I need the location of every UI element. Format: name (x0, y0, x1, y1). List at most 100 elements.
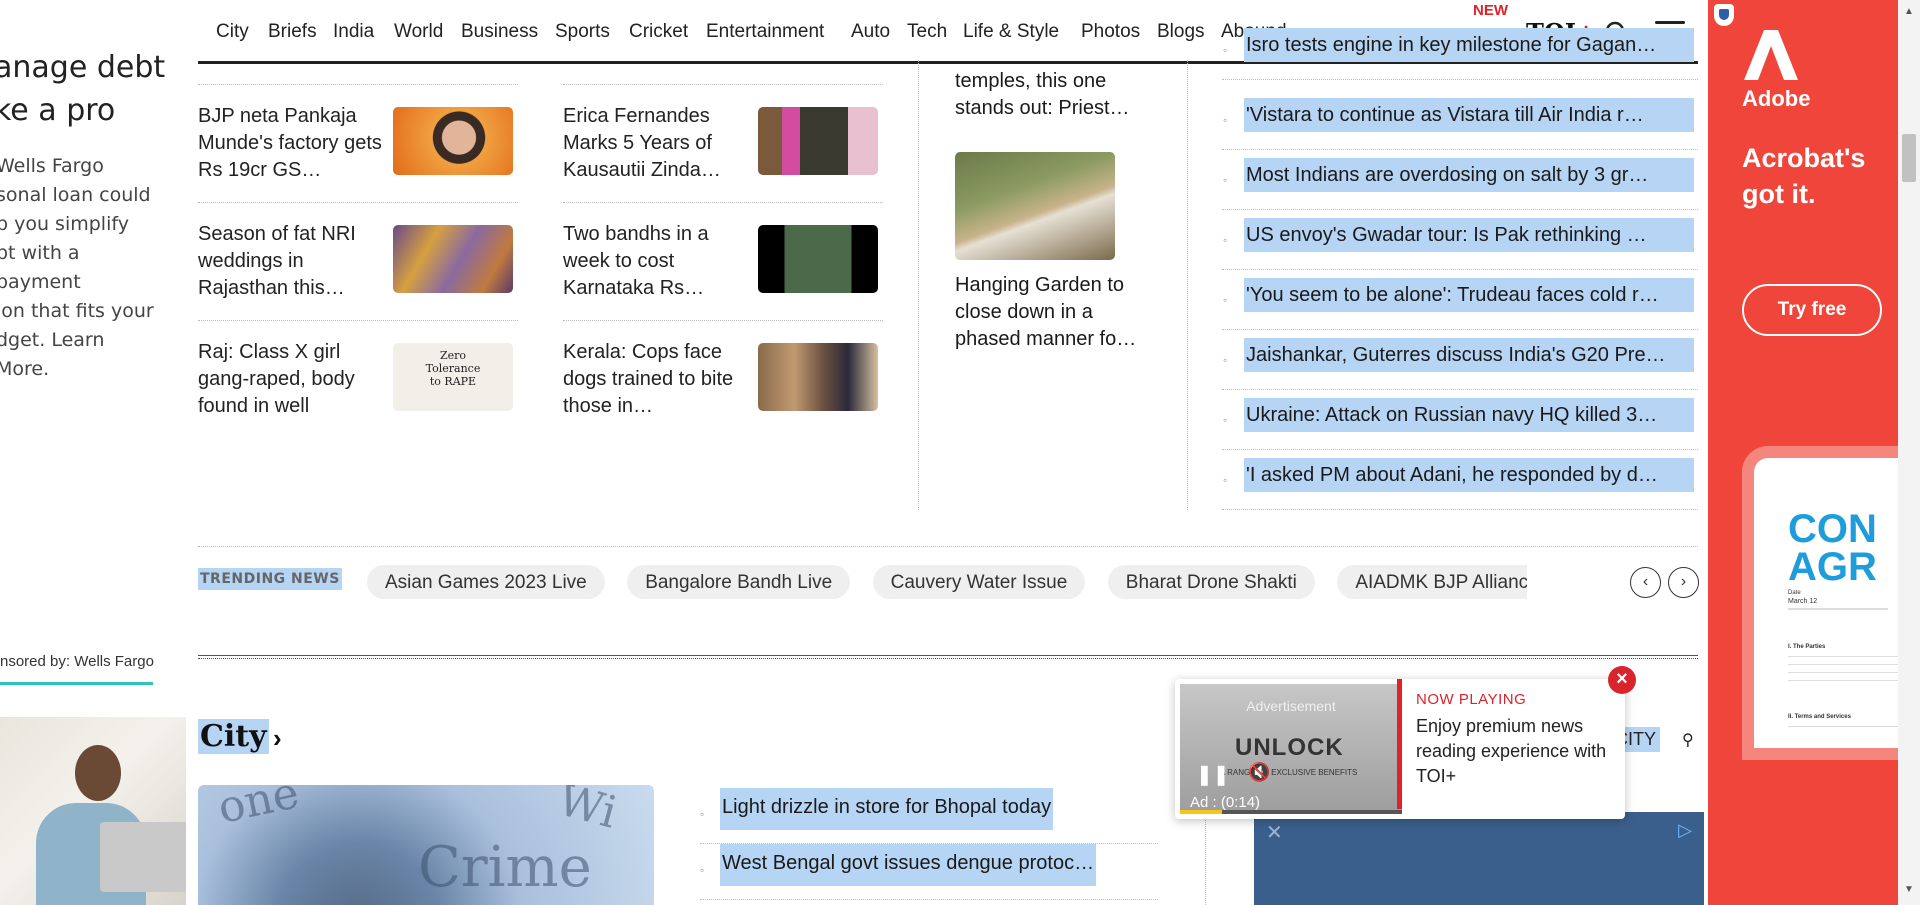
adobe-logo-icon (1744, 30, 1798, 80)
news-card-thumbnail[interactable]: Zero Tolerance to RAPE (393, 343, 513, 411)
news-card[interactable]: Season of fat NRI weddings in Rajasthan … (198, 202, 518, 320)
headline-item[interactable]: ◦ 'Vistara to continue as Vistara till Ai… (1222, 90, 1698, 150)
video-progress-bar[interactable] (1180, 810, 1402, 814)
location-pin-icon[interactable]: ⚲ (1682, 730, 1694, 750)
video-player[interactable]: Advertisement UNLOCK A RANGE OF EXCLUSIV… (1180, 684, 1402, 814)
city-news-item[interactable]: ◦ Light drizzle in store for Bhopal today (700, 788, 1158, 844)
news-card-thumbnail[interactable] (393, 107, 513, 175)
bullet-icon: ◦ (700, 863, 705, 877)
headline-item[interactable]: ◦ Most Indians are overdosing on salt by … (1222, 150, 1698, 210)
story-image[interactable] (955, 152, 1115, 260)
city-news-item[interactable]: ◦ West Bengal govt issues dengue protoc… (700, 844, 1158, 900)
news-card[interactable]: BJP neta Pankaja Munde's factory gets Rs… (198, 84, 518, 202)
advertisement-label: Advertisement (1246, 698, 1336, 714)
headline-text[interactable]: US envoy's Gwadar tour: Is Pak rethinkin… (1244, 218, 1694, 252)
document-title: CON AGR (1788, 507, 1877, 589)
bullet-icon: ◦ (1223, 293, 1228, 307)
close-icon[interactable]: ✕ (1266, 820, 1283, 845)
news-card-title[interactable]: Raj: Class X girl gang-raped, body found… (198, 339, 383, 420)
news-card-thumbnail[interactable] (393, 225, 513, 293)
ad-headline[interactable]: anage debt ke a pro (0, 46, 165, 132)
image-text: Crime (418, 835, 592, 900)
trending-pill[interactable]: AIADMK BJP Alliance (1337, 565, 1527, 599)
headline-item[interactable]: ◦ 'You seem to be alone': Trudeau faces c… (1222, 270, 1698, 330)
headline-item[interactable]: ◦ Ukraine: Attack on Russian navy HQ kill… (1222, 390, 1698, 450)
chevron-right-icon[interactable]: › (273, 723, 282, 754)
news-card[interactable]: Erica Fernandes Marks 5 Years of Kausaut… (563, 84, 883, 202)
nav-item-business[interactable]: Business (461, 21, 538, 43)
bullet-icon: ◦ (1223, 233, 1228, 247)
nav-item-life-style[interactable]: Life & Style (963, 21, 1059, 43)
headline-item[interactable]: ◦ 'I asked PM about Adani, he responded b… (1222, 450, 1698, 510)
pause-icon[interactable]: ❚❚ (1196, 762, 1230, 787)
headline-text[interactable]: Most Indians are overdosing on salt by 3… (1244, 158, 1694, 192)
scroll-down-icon[interactable]: ▼ (1904, 884, 1914, 895)
nav-item-india[interactable]: India (333, 21, 374, 43)
mute-icon[interactable]: 🔇 (1248, 762, 1270, 783)
news-card-thumbnail[interactable] (758, 343, 878, 411)
news-card-title[interactable]: Season of fat NRI weddings in Rajasthan … (198, 221, 383, 302)
nav-item-cricket[interactable]: Cricket (629, 21, 688, 43)
display-ad[interactable]: ✕ ▷ (1254, 812, 1704, 905)
news-card-thumbnail[interactable] (758, 225, 878, 293)
nav-item-tech[interactable]: Tech (907, 21, 947, 43)
trending-pill[interactable]: Cauvery Water Issue (872, 565, 1086, 599)
news-card-title[interactable]: Two bandhs in a week to cost Karnataka R… (563, 221, 748, 302)
left-sponsored-ad[interactable]: anage debt ke a pro Wells Fargo sonal lo… (0, 0, 200, 905)
scroll-up-icon[interactable]: ▲ (1904, 6, 1914, 17)
trending-prev-button[interactable]: ‹ (1630, 567, 1661, 598)
trending-pill[interactable]: Bangalore Bandh Live (627, 565, 851, 599)
ad-sponsor-label: nsored by: Wells Fargo (0, 653, 154, 670)
bullet-icon: ◦ (1223, 353, 1228, 367)
city-news-text[interactable]: West Bengal govt issues dengue protoc… (720, 844, 1097, 886)
ad-photo[interactable] (0, 717, 186, 905)
headline-text[interactable]: Jaishankar, Guterres discuss India's G20… (1244, 338, 1694, 372)
nav-item-sports[interactable]: Sports (555, 21, 610, 43)
ad-photo-person-head (75, 745, 121, 801)
news-card[interactable]: Kerala: Cops face dogs trained to bite t… (563, 320, 883, 438)
city-section-title[interactable]: City (198, 719, 269, 754)
story-title[interactable]: Hanging Garden to close down in a phased… (955, 272, 1155, 353)
nav-item-entertainment[interactable]: Entertainment (706, 21, 824, 43)
news-card[interactable]: Two bandhs in a week to cost Karnataka R… (563, 202, 883, 320)
right-adobe-ad[interactable]: Adobe Acrobat's got it. Try free CON AGR… (1708, 0, 1898, 905)
page-scrollbar[interactable]: ▲ ▼ (1898, 0, 1920, 905)
headline-text[interactable]: Isro tests engine in key milestone for G… (1244, 28, 1694, 62)
nav-item-blogs[interactable]: Blogs (1157, 21, 1205, 43)
news-card-thumbnail[interactable] (758, 107, 878, 175)
try-free-button[interactable]: Try free (1742, 284, 1882, 336)
nav-item-briefs[interactable]: Briefs (268, 21, 317, 43)
video-description[interactable]: Enjoy premium news reading experience wi… (1416, 714, 1611, 789)
middle-story-column: temples, this one stands out: Priest… Ha… (918, 60, 1188, 510)
ad-body-text[interactable]: Wells Fargo sonal loan could p you simpl… (0, 152, 156, 384)
city-lead-image[interactable]: one Crime Wi (198, 785, 654, 905)
headline-text[interactable]: Ukraine: Attack on Russian navy HQ kille… (1244, 398, 1694, 432)
nav-item-photos[interactable]: Photos (1081, 21, 1140, 43)
shield-icon (1714, 4, 1734, 26)
scrollbar-thumb[interactable] (1902, 134, 1916, 182)
headline-item[interactable]: ◦ Isro tests engine in key milestone for … (1222, 20, 1698, 80)
nav-item-world[interactable]: World (394, 21, 443, 43)
headline-text[interactable]: 'You seem to be alone': Trudeau faces co… (1244, 278, 1694, 312)
city-news-text[interactable]: Light drizzle in store for Bhopal today (720, 788, 1054, 830)
trending-next-button[interactable]: › (1668, 567, 1699, 598)
bullet-icon: ◦ (1223, 413, 1228, 427)
nav-item-auto[interactable]: Auto (851, 21, 890, 43)
trending-label: TRENDING NEWS (198, 568, 342, 590)
trending-pill[interactable]: Asian Games 2023 Live (367, 565, 605, 599)
news-card-title[interactable]: Kerala: Cops face dogs trained to bite t… (563, 339, 748, 420)
story-title[interactable]: temples, this one stands out: Priest… (955, 68, 1155, 122)
headline-item[interactable]: ◦ Jaishankar, Guterres discuss India's G2… (1222, 330, 1698, 390)
headline-text[interactable]: 'I asked PM about Adani, he responded by… (1244, 458, 1694, 492)
news-card-title[interactable]: BJP neta Pankaja Munde's factory gets Rs… (198, 103, 383, 184)
nav-item-city[interactable]: City (216, 21, 249, 43)
close-popup-button[interactable]: × (1608, 666, 1636, 694)
adchoices-icon[interactable]: ▷ (1678, 820, 1692, 841)
news-card[interactable]: Raj: Class X girl gang-raped, body found… (198, 320, 518, 438)
headline-text[interactable]: 'Vistara to continue as Vistara till Air… (1244, 98, 1694, 132)
column-divider (1205, 820, 1206, 905)
headline-item[interactable]: ◦ US envoy's Gwadar tour: Is Pak rethinki… (1222, 210, 1698, 270)
news-card-title[interactable]: Erica Fernandes Marks 5 Years of Kausaut… (563, 103, 748, 184)
ad-sponsor-underline (0, 682, 153, 685)
trending-pill[interactable]: Bharat Drone Shakti (1107, 565, 1315, 599)
